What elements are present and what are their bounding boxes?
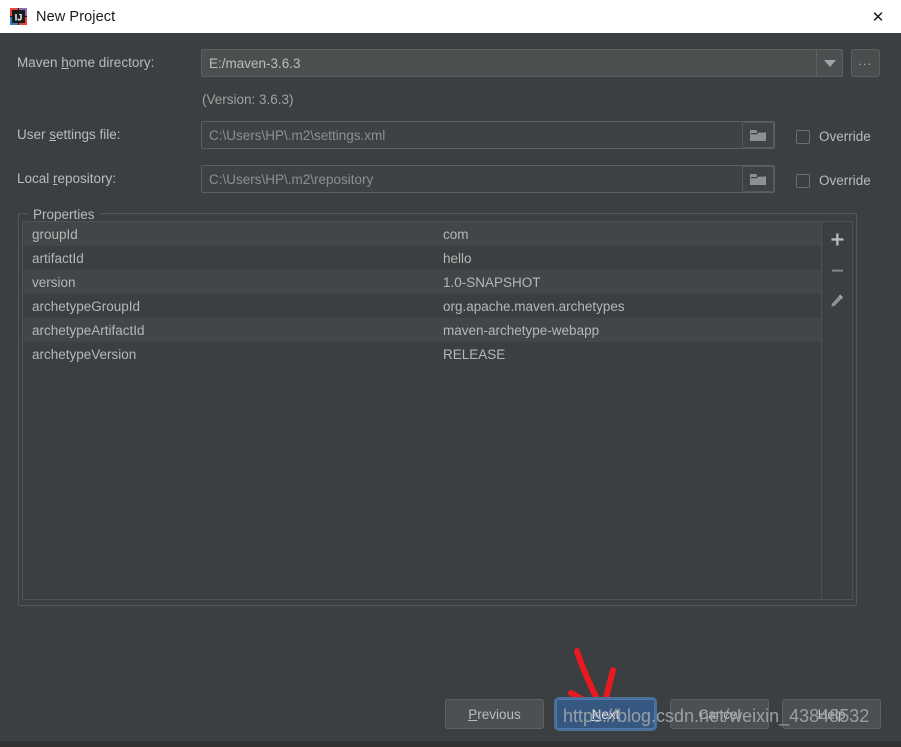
maven-home-label: Maven home directory: <box>17 55 155 70</box>
maven-version-note: (Version: 3.6.3) <box>202 92 294 107</box>
user-settings-browse-button[interactable] <box>742 122 774 148</box>
previous-button[interactable]: Previous <box>445 699 544 729</box>
user-settings-override-label: Override <box>819 129 871 144</box>
title-bar: IJ New Project ✕ <box>0 0 901 33</box>
properties-table[interactable]: groupId com artifactId hello version 1.0-SNAP… <box>23 222 823 599</box>
local-repository-override-label: Override <box>819 173 871 188</box>
property-key: artifactId <box>32 250 84 266</box>
local-repository-input[interactable]: C:\Users\HP\.m2\repository <box>201 165 775 193</box>
folder-icon <box>749 130 766 141</box>
checkbox-box <box>796 173 810 188</box>
intellij-idea-icon: IJ <box>10 8 27 25</box>
plus-icon <box>831 233 844 245</box>
table-row[interactable]: version 1.0-SNAPSHOT <box>23 270 822 294</box>
svg-text:IJ: IJ <box>15 13 23 23</box>
table-row[interactable]: artifactId hello <box>23 246 822 270</box>
watermark-text: https://blog.csdn.net/weixin_43848532 <box>563 706 870 726</box>
user-settings-label: User settings file: <box>17 127 121 142</box>
table-row[interactable]: archetypeGroupId org.apache.maven.archety… <box>23 294 822 318</box>
new-project-dialog: Maven home directory: E:/maven-3.6.3 ...… <box>0 33 901 747</box>
close-icon[interactable]: ✕ <box>855 0 901 33</box>
user-settings-input[interactable]: C:\Users\HP\.m2\settings.xml <box>201 121 775 149</box>
checkbox-box <box>796 129 810 144</box>
folder-icon <box>749 174 766 185</box>
window-bottom-edge <box>0 741 901 747</box>
add-property-button[interactable] <box>827 229 847 249</box>
property-value: hello <box>443 250 472 266</box>
property-value: maven-archetype-webapp <box>443 322 600 338</box>
property-key: archetypeArtifactId <box>32 322 145 338</box>
properties-panel: groupId com artifactId hello version 1.0-SNAP… <box>22 221 853 600</box>
table-row[interactable]: archetypeVersion RELEASE <box>23 342 822 366</box>
property-key: groupId <box>32 226 78 242</box>
properties-table-toolbar <box>822 222 852 599</box>
window-title: New Project <box>36 8 116 25</box>
remove-property-button[interactable] <box>827 260 847 280</box>
table-row[interactable]: groupId com <box>23 222 822 246</box>
local-repository-browse-button[interactable] <box>742 166 774 192</box>
properties-group-legend: Properties <box>28 207 100 222</box>
property-key: version <box>32 274 76 290</box>
table-row[interactable]: archetypeArtifactId maven-archetype-webap… <box>23 318 822 342</box>
minus-icon <box>831 269 843 272</box>
property-key: archetypeGroupId <box>32 298 141 314</box>
property-value: com <box>443 226 469 242</box>
maven-home-browse-button[interactable]: ... <box>851 49 880 77</box>
property-value: org.apache.maven.archetypes <box>443 298 625 314</box>
maven-home-input[interactable]: E:/maven-3.6.3 <box>201 49 817 77</box>
pencil-icon <box>831 294 844 307</box>
property-value: RELEASE <box>443 346 506 362</box>
local-repository-override-checkbox[interactable]: Override <box>796 173 871 188</box>
local-repository-label: Local repository: <box>17 171 117 186</box>
user-settings-override-checkbox[interactable]: Override <box>796 129 871 144</box>
property-key: archetypeVersion <box>32 346 137 362</box>
chevron-down-icon <box>823 59 836 67</box>
edit-property-button[interactable] <box>827 291 847 311</box>
maven-home-dropdown-button[interactable] <box>816 49 843 77</box>
property-value: 1.0-SNAPSHOT <box>443 274 541 290</box>
